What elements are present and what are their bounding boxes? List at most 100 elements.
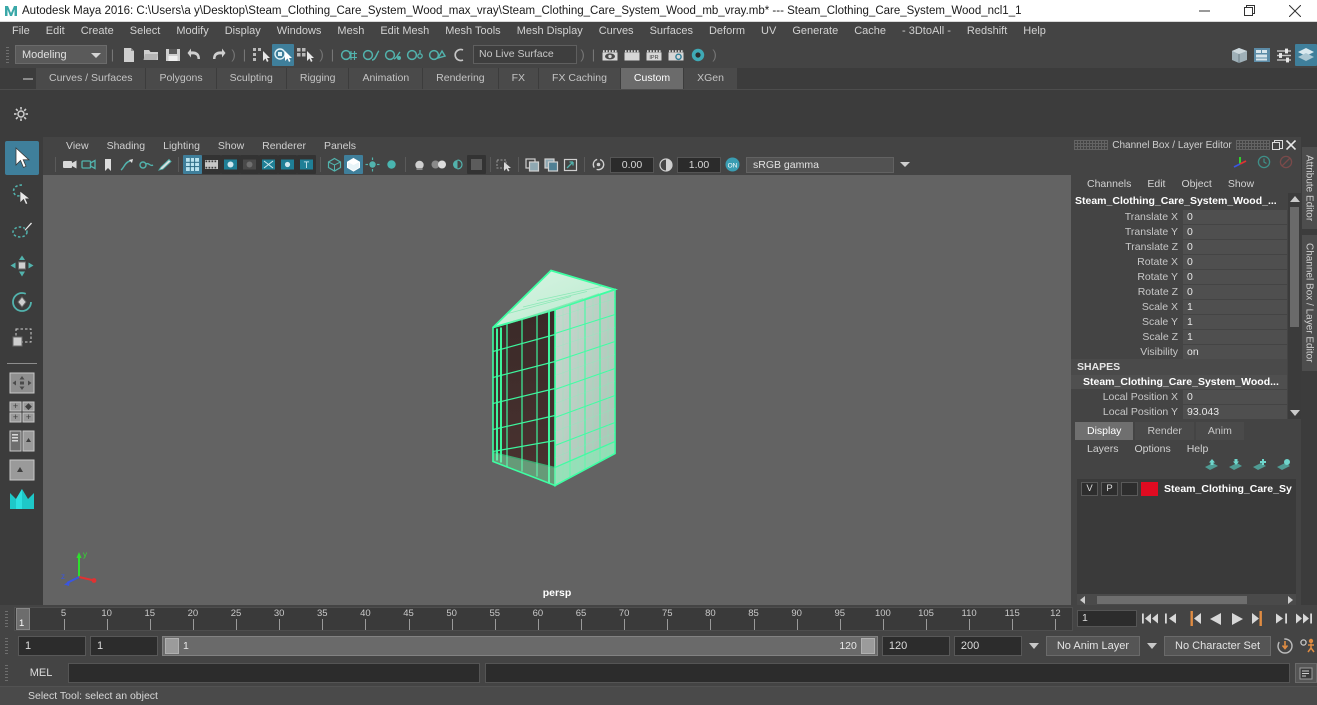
layer-row[interactable]: V P Steam_Clothing_Care_Sy (1077, 479, 1296, 496)
gamma-icon[interactable] (656, 155, 675, 174)
menu-help[interactable]: Help (1015, 22, 1054, 41)
maya-bookmark-icon[interactable] (7, 486, 37, 512)
shelf-tab-xgen[interactable]: XGen (684, 68, 738, 89)
channel-row-rotate-x[interactable]: Rotate X 0 (1071, 254, 1287, 269)
step-forward-key-icon[interactable] (1250, 609, 1269, 628)
play-backwards-icon[interactable] (1206, 609, 1225, 628)
show-hide-modeling-toolkit-icon[interactable] (1229, 44, 1251, 66)
channel-box-scrollbar[interactable] (1288, 193, 1301, 419)
view-arrow-icon[interactable] (561, 155, 580, 174)
exposure-value-field[interactable]: 0.00 (610, 156, 654, 173)
rotate-tool-icon[interactable] (5, 285, 39, 319)
anim-layer-selector[interactable]: No Anim Layer (1045, 636, 1141, 656)
step-back-frame-icon[interactable] (1162, 609, 1181, 628)
channel-row-scale-y[interactable]: Scale Y 1 (1071, 314, 1287, 329)
auto-keyframe-toggle-icon[interactable] (1275, 637, 1294, 656)
shelf-tab-curves-surfaces[interactable]: Curves / Surfaces (36, 68, 147, 89)
flat-shade-icon[interactable] (382, 155, 401, 174)
scroll-right-icon[interactable] (1288, 595, 1293, 604)
step-back-key-icon[interactable] (1184, 609, 1203, 628)
channel-row-translate-x[interactable]: Translate X 0 (1071, 209, 1287, 224)
character-set-selector[interactable]: No Character Set (1164, 636, 1271, 656)
script-editor-icon[interactable] (1295, 663, 1317, 683)
grid-toggle-icon[interactable] (183, 155, 202, 174)
open-scene-icon[interactable] (140, 44, 162, 66)
render-settings-icon[interactable] (665, 44, 687, 66)
shelf-tab-fx[interactable]: FX (498, 68, 540, 89)
chevron-down-icon[interactable] (1028, 643, 1039, 649)
paint-select-tool-icon[interactable] (5, 213, 39, 247)
minimize-icon[interactable] (1182, 0, 1227, 22)
viewport-menu-view[interactable]: View (57, 140, 98, 152)
channel-row-scale-z[interactable]: Scale Z 1 (1071, 329, 1287, 344)
channel-row-local-position-y[interactable]: Local Position Y 93.043 (1071, 404, 1287, 419)
tab-anim[interactable]: Anim (1195, 422, 1244, 440)
range-start-handle[interactable] (165, 638, 179, 654)
shelf-tab-rigging[interactable]: Rigging (286, 68, 350, 89)
color-management-selector[interactable]: sRGB gamma (746, 156, 894, 173)
new-layer-icon[interactable] (1252, 458, 1267, 476)
manipulator-icon[interactable] (1232, 155, 1249, 174)
select-by-component-type-icon[interactable] (294, 44, 316, 66)
channel-row-rotate-y[interactable]: Rotate Y 0 (1071, 269, 1287, 284)
scene-model[interactable] (477, 258, 637, 523)
range-bar[interactable]: 1 120 (162, 636, 878, 656)
snap-to-projected-center-icon[interactable] (404, 44, 426, 66)
channel-menu-edit[interactable]: Edit (1139, 178, 1173, 190)
layer-menu-options[interactable]: Options (1127, 443, 1179, 455)
animation-preferences-icon[interactable] (1298, 637, 1317, 656)
current-time-indicator[interactable]: 1 (16, 607, 30, 630)
snap-to-view-plane-icon[interactable] (426, 44, 448, 66)
command-output-field[interactable] (485, 663, 1290, 683)
menu-mesh-tools[interactable]: Mesh Tools (437, 22, 508, 41)
channel-value[interactable]: 0 (1183, 284, 1287, 299)
layer-menu-layers[interactable]: Layers (1079, 443, 1127, 455)
single-perspective-view-layout-icon[interactable] (7, 370, 37, 396)
channel-menu-object[interactable]: Object (1173, 178, 1219, 190)
close-panel-icon[interactable] (1284, 138, 1298, 152)
move-tool-icon[interactable] (5, 249, 39, 283)
layer-visibility-toggle[interactable]: V (1081, 481, 1098, 496)
menu-cache[interactable]: Cache (846, 22, 894, 41)
color-management-toggle-icon[interactable]: ON (723, 155, 742, 174)
persp-outliner-layout-icon[interactable] (7, 428, 37, 454)
four-view-layout-icon[interactable]: + ◆ + + (7, 399, 37, 425)
menu-display[interactable]: Display (217, 22, 269, 41)
go-to-start-icon[interactable] (1140, 609, 1159, 628)
layer-color-swatch[interactable] (1141, 481, 1158, 496)
show-hide-attribute-editor-icon[interactable] (1251, 44, 1273, 66)
xray-joints-icon[interactable] (278, 155, 297, 174)
undock-panel-icon[interactable] (1270, 138, 1284, 152)
restore-icon[interactable] (1227, 0, 1272, 22)
channel-value[interactable]: 1 (1183, 329, 1287, 344)
viewport-menu-show[interactable]: Show (209, 140, 253, 152)
undo-icon[interactable] (184, 44, 206, 66)
playback-start-field[interactable]: 1 (90, 636, 158, 656)
channel-menu-show[interactable]: Show (1220, 178, 1262, 190)
range-end-handle[interactable] (860, 638, 875, 654)
channel-value[interactable]: 0 (1183, 254, 1287, 269)
channel-row-scale-x[interactable]: Scale X 1 (1071, 299, 1287, 314)
shelf-tab-animation[interactable]: Animation (349, 68, 424, 89)
layer-display-type-toggle[interactable] (1121, 481, 1138, 496)
new-layer-from-selected-icon[interactable] (1276, 458, 1291, 476)
viewport-menu-shading[interactable]: Shading (98, 140, 155, 152)
shelf-tab-polygons[interactable]: Polygons (146, 68, 217, 89)
command-input-field[interactable] (68, 663, 480, 683)
layer-name-label[interactable]: Steam_Clothing_Care_Sy (1164, 483, 1292, 495)
xray-icon[interactable] (259, 155, 278, 174)
menu-set-selector[interactable]: Modeling (15, 45, 107, 64)
channel-value[interactable]: 0 (1183, 269, 1287, 284)
menu-deform[interactable]: Deform (701, 22, 753, 41)
panel-drag-handle[interactable] (1074, 140, 1108, 150)
film-gate-icon[interactable] (202, 155, 221, 174)
chevron-down-icon-2[interactable] (1147, 643, 1158, 649)
gate-mask-icon[interactable] (240, 155, 259, 174)
layer-list-horizontal-scrollbar[interactable] (1077, 594, 1296, 605)
panel-drag-handle-right[interactable] (1236, 140, 1270, 150)
move-layer-down-icon[interactable] (1228, 458, 1243, 476)
play-forwards-icon[interactable] (1228, 609, 1247, 628)
redo-icon[interactable] (206, 44, 228, 66)
scroll-down-icon[interactable] (1290, 410, 1300, 416)
show-hide-channel-box-icon[interactable] (1295, 43, 1317, 66)
